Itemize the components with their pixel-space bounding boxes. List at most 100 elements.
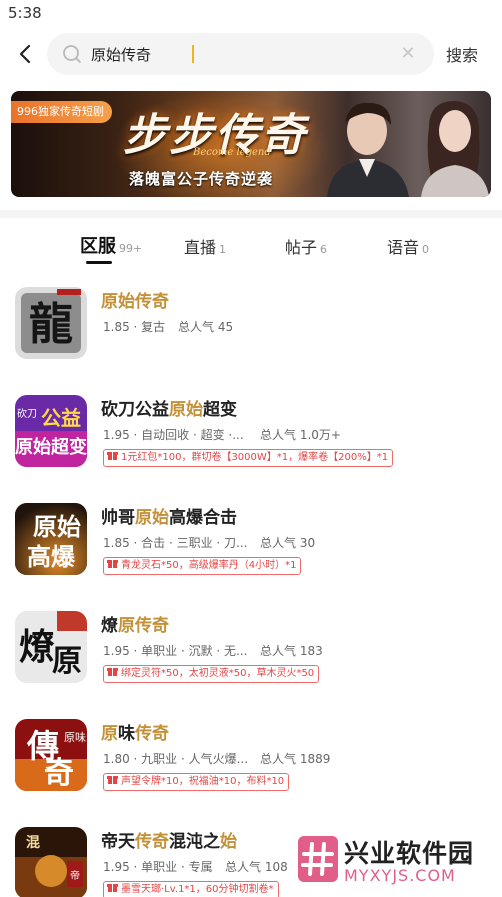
gift-badge: 青龙灵石*50，高级爆率丹（4小时）*1 <box>103 557 302 575</box>
name-text: 帅哥 <box>101 508 135 528</box>
server-popularity: 总人气 1889 <box>260 752 331 766</box>
search-input[interactable] <box>91 33 391 75</box>
ditian-game-icon: 帝 混 <box>15 827 87 897</box>
gift-badge: 1元红包*100，群切卷【3000W】*1，爆率卷【200%】*1 <box>103 449 394 467</box>
server-meta: 1.85 · 合击 · 三职业 · 刀... <box>103 536 248 550</box>
list-item[interactable]: 燎 原 燎原传奇 1.95 · 单职业 · 沉默 · 无... 总人气 183 … <box>0 596 502 696</box>
name-text: 味 <box>118 724 135 744</box>
hash-logo-icon <box>298 836 338 882</box>
gift-icon <box>107 884 118 892</box>
tab-label: 直播 <box>184 238 217 257</box>
search-box[interactable]: ✕ <box>47 33 434 75</box>
svg-text:混: 混 <box>26 835 40 851</box>
server-name: 砍刀公益原始超变 <box>101 395 237 420</box>
chevron-left-icon <box>19 44 31 64</box>
server-popularity: 总人气 108 <box>225 860 288 874</box>
tab-posts[interactable]: 帖子 6 <box>285 234 327 258</box>
actress-portrait-image <box>421 101 489 197</box>
clear-icon[interactable]: ✕ <box>398 44 418 64</box>
gift-text: 绑定灵符*50，太初灵液*50，草木灵火*50 <box>121 668 315 679</box>
tab-count: 0 <box>422 243 430 256</box>
handsome-original-game-icon: 原始 高爆 <box>15 503 87 575</box>
svg-text:原: 原 <box>52 644 82 679</box>
list-item[interactable]: 原始 高爆 帅哥原始高爆合击 1.85 · 合击 · 三职业 · 刀... 总人… <box>0 488 502 588</box>
server-meta: 1.85 · 复古 <box>103 320 166 334</box>
list-item[interactable]: 龍 原始传奇 1.85 · 复古 总人气 45 <box>0 272 502 372</box>
svg-text:帝: 帝 <box>70 869 80 882</box>
gift-badge: 墨雪天瑯·Lv.1*1，60分钟切割卷* <box>103 881 279 897</box>
banner-subtitle: Become legend <box>193 147 271 158</box>
search-button[interactable]: 搜索 <box>446 42 478 66</box>
gift-icon <box>107 776 118 784</box>
knife-charity-game-icon: 公益 原始超变 砍刀 <box>15 395 87 467</box>
tab-label: 区服 <box>80 236 116 257</box>
tab-count: 6 <box>320 243 328 256</box>
tab-live[interactable]: 直播 1 <box>184 234 226 258</box>
name-highlight: 原始传奇 <box>101 292 169 312</box>
tab-label: 帖子 <box>285 238 318 257</box>
search-header: ✕ 搜索 <box>0 30 502 78</box>
actor-portrait-image <box>327 102 409 197</box>
tab-voice[interactable]: 语音 0 <box>387 234 429 258</box>
banner-tag: 996独家传奇短剧 <box>11 101 112 123</box>
svg-text:龍: 龍 <box>29 299 73 350</box>
name-highlight: 原 <box>101 724 118 744</box>
name-highlight: 原传奇 <box>118 616 169 636</box>
server-popularity: 总人气 45 <box>178 320 234 334</box>
gift-icon <box>107 560 118 568</box>
name-highlight: 原始 <box>135 508 169 528</box>
text-caret <box>192 45 194 63</box>
status-bar: 5:38 <box>0 0 502 26</box>
server-popularity: 总人气 30 <box>260 536 316 550</box>
server-meta: 1.95 · 自动回收 · 超变 ·... <box>103 428 244 442</box>
gift-text: 青龙灵石*50，高级爆率丹（4小时）*1 <box>121 560 297 571</box>
svg-text:砍刀: 砍刀 <box>17 407 37 420</box>
tab-count: 1 <box>219 243 227 256</box>
name-text: 混沌之 <box>169 832 220 852</box>
server-name: 帅哥原始高爆合击 <box>101 503 237 528</box>
name-text: 燎 <box>101 616 118 636</box>
server-name: 帝天传奇混沌之始 <box>101 827 237 852</box>
liaoyuan-game-icon: 燎 原 <box>15 611 87 683</box>
svg-text:高爆: 高爆 <box>27 543 76 571</box>
section-divider <box>0 210 502 218</box>
name-text: 超变 <box>203 400 237 420</box>
svg-text:原始超变: 原始超变 <box>15 436 87 458</box>
list-item[interactable]: 傳 奇 原味 原味传奇 1.80 · 九职业 · 人气火爆... 总人气 188… <box>0 704 502 804</box>
gift-text: 1元红包*100，群切卷【3000W】*1，爆率卷【200%】*1 <box>121 452 389 463</box>
svg-text:原始: 原始 <box>33 513 81 541</box>
svg-text:奇: 奇 <box>44 756 74 791</box>
name-text: 砍刀公益 <box>101 400 169 420</box>
tab-servers[interactable]: 区服 99+ <box>80 232 142 258</box>
gift-icon <box>107 668 118 676</box>
tab-label: 语音 <box>387 238 420 257</box>
site-watermark: 兴业软件园 MYXYJS.COM <box>298 832 498 890</box>
promo-banner[interactable]: 996独家传奇短剧 步步传奇 Become legend 落魄富公子传奇逆袭 <box>11 91 491 197</box>
gift-badge: 绑定灵符*50，太初灵液*50，草木灵火*50 <box>103 665 320 683</box>
name-text: 高爆合击 <box>169 508 237 528</box>
server-popularity: 总人气 183 <box>260 644 323 658</box>
server-popularity: 总人气 1.0万+ <box>260 428 341 442</box>
server-name: 原味传奇 <box>101 719 169 744</box>
name-highlight: 原始 <box>169 400 203 420</box>
watermark-text: 兴业软件园 <box>344 839 475 868</box>
watermark-url: MYXYJS.COM <box>344 866 456 885</box>
svg-text:公益: 公益 <box>41 406 81 430</box>
back-button[interactable] <box>14 40 38 68</box>
status-time: 5:38 <box>8 4 42 22</box>
list-item[interactable]: 公益 原始超变 砍刀 砍刀公益原始超变 1.95 · 自动回收 · 超变 ·..… <box>0 380 502 480</box>
server-name: 原始传奇 <box>101 287 169 312</box>
gift-icon <box>107 452 118 460</box>
name-highlight: 始 <box>220 832 237 852</box>
server-name: 燎原传奇 <box>101 611 169 636</box>
server-meta: 1.95 · 单职业 · 专属 <box>103 860 213 874</box>
active-tab-indicator <box>86 261 112 264</box>
server-meta: 1.80 · 九职业 · 人气火爆... <box>103 752 249 766</box>
name-text: 帝天 <box>101 832 135 852</box>
tab-count: 99+ <box>119 242 143 255</box>
original-flavor-game-icon: 傳 奇 原味 <box>15 719 87 791</box>
result-tabs: 区服 99+ 直播 1 帖子 6 语音 0 <box>0 222 502 266</box>
gift-text: 声望令牌*10，祝福油*10，布料*10 <box>121 776 285 787</box>
banner-slogan: 落魄富公子传奇逆袭 <box>129 170 274 188</box>
server-meta: 1.95 · 单职业 · 沉默 · 无... <box>103 644 248 658</box>
